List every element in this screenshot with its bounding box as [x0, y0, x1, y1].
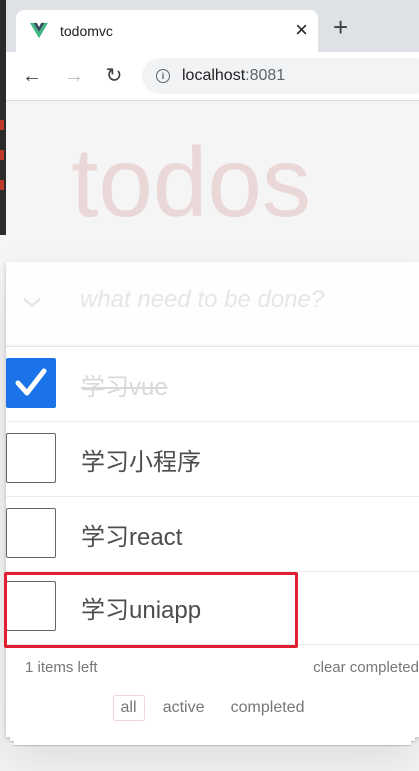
todo-label[interactable]: 学习react — [81, 517, 182, 552]
url-port: :8081 — [245, 67, 286, 84]
todo-label[interactable]: 学习小程序 — [81, 442, 201, 477]
new-todo-input[interactable] — [80, 286, 410, 314]
toggle-all-chevron-icon[interactable] — [20, 290, 44, 314]
checkmark-icon — [15, 368, 47, 396]
todo-label[interactable]: 学习vue — [81, 367, 168, 402]
todo-checkbox[interactable] — [6, 358, 56, 408]
url-host: localhost — [182, 67, 246, 84]
filter-all[interactable]: all — [112, 695, 145, 721]
filter-active[interactable]: active — [155, 695, 213, 721]
todo-checkbox[interactable] — [6, 581, 56, 631]
items-left-count: 1 items left — [25, 659, 98, 676]
todo-app: 学习vue 学习小程序 学习react 学习uniapp 1 items lef… — [6, 262, 419, 737]
stack-shadow — [14, 741, 411, 745]
tab-bar: todomvc × + — [6, 0, 419, 52]
new-todo-row — [6, 262, 419, 347]
forward-button[interactable]: → — [62, 64, 86, 88]
reload-button[interactable]: ↻ — [102, 64, 126, 88]
app-title: todos — [71, 127, 311, 237]
address-bar[interactable]: i localhost:8081 — [142, 58, 419, 94]
todo-checkbox[interactable] — [6, 508, 56, 558]
todo-item: 学习vue — [6, 347, 419, 422]
todo-item: 学习小程序 — [6, 422, 419, 497]
todo-label[interactable]: 学习uniapp — [81, 590, 201, 625]
todo-footer: 1 items left clear completed all active … — [6, 644, 419, 738]
new-tab-button[interactable]: + — [333, 14, 348, 40]
filters: all active completed — [6, 695, 419, 721]
todo-item: 学习uniapp — [6, 570, 419, 645]
todo-checkbox[interactable] — [6, 433, 56, 483]
tab-close-button[interactable]: × — [295, 19, 308, 41]
todo-item: 学习react — [6, 497, 419, 572]
vue-logo-icon — [30, 22, 48, 39]
browser-tab[interactable]: todomvc × — [16, 10, 318, 52]
filter-completed[interactable]: completed — [223, 695, 313, 721]
browser-toolbar: ← → ↻ i localhost:8081 — [6, 52, 419, 101]
clear-completed-button[interactable]: clear completed — [313, 659, 419, 676]
url-text: localhost:8081 — [182, 67, 285, 85]
tab-title: todomvc — [60, 23, 113, 39]
info-icon[interactable]: i — [156, 69, 170, 83]
back-button[interactable]: ← — [20, 64, 44, 88]
